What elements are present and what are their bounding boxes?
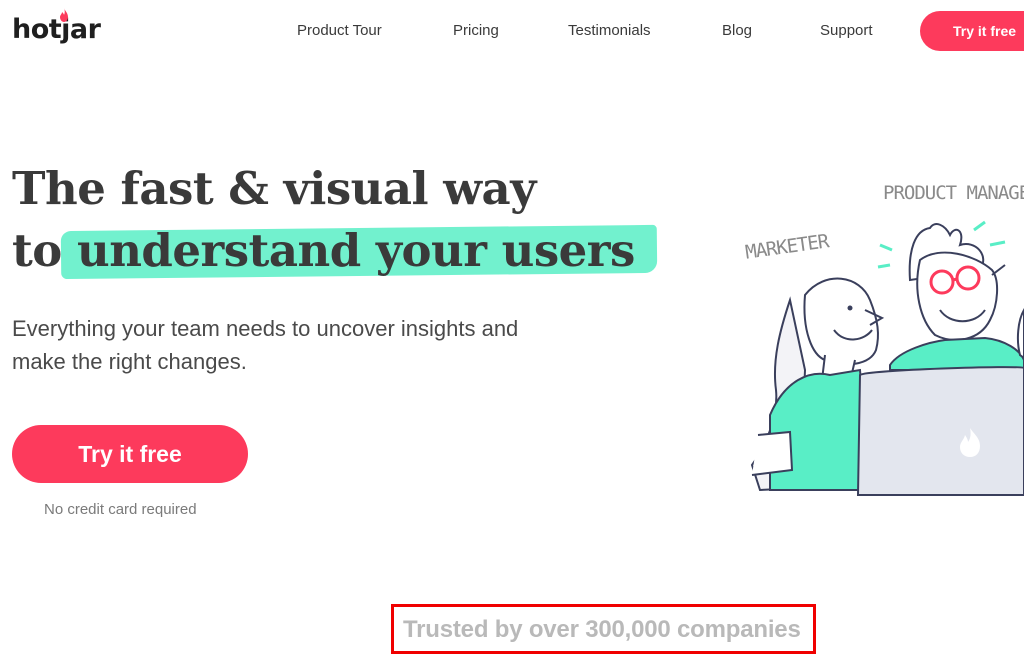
nav-support[interactable]: Support [820, 22, 873, 39]
logo-text: hotjar [12, 14, 101, 45]
hero-subtitle: Everything your team needs to uncover in… [12, 316, 519, 374]
hero-illustration: PRODUCT MANAGER MARKETER [730, 170, 1024, 500]
trusted-by-section: Trusted by over 300,000 companies [391, 604, 816, 654]
hero-headline: The fast & visual way to understand your… [12, 158, 635, 282]
headline-line-1: The fast & visual way [12, 162, 536, 215]
headline-highlight: understand your users [77, 220, 635, 282]
no-credit-card-note: No credit card required [44, 501, 197, 518]
trusted-by-text: Trusted by over 300,000 companies [403, 616, 801, 643]
nav-pricing[interactable]: Pricing [453, 22, 499, 39]
people-with-laptop-illustration [750, 220, 1024, 496]
nav-testimonials[interactable]: Testimonials [568, 22, 651, 39]
hotjar-logo[interactable]: hotjar [12, 8, 101, 50]
hero-try-free-button[interactable]: Try it free [12, 425, 248, 483]
headline-to: to [12, 224, 62, 277]
nav-product-tour[interactable]: Product Tour [297, 22, 382, 39]
header-try-free-button[interactable]: Try it free [920, 11, 1024, 51]
nav-blog[interactable]: Blog [722, 22, 752, 39]
site-header: hotjar Product Tour Pricing Testimonials… [0, 0, 1024, 62]
flame-icon [60, 8, 68, 22]
headline-line-2: to understand your users [12, 220, 635, 282]
